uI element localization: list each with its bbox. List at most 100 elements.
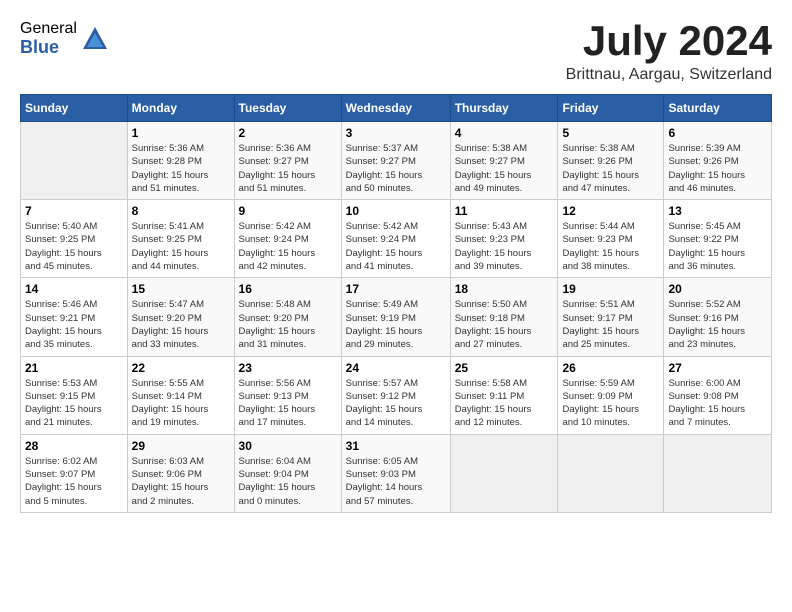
day-number: 26 [562, 361, 659, 375]
day-of-week-header: Saturday [664, 95, 772, 122]
day-number: 7 [25, 204, 123, 218]
calendar-day-cell: 30 Sunrise: 6:04 AM Sunset: 9:04 PM Dayli… [234, 434, 341, 512]
day-of-week-header: Tuesday [234, 95, 341, 122]
day-number: 20 [668, 282, 767, 296]
calendar-day-cell: 21 Sunrise: 5:53 AM Sunset: 9:15 PM Dayli… [21, 356, 128, 434]
day-info: Sunrise: 5:53 AM Sunset: 9:15 PM Dayligh… [25, 377, 123, 430]
day-info: Sunrise: 5:42 AM Sunset: 9:24 PM Dayligh… [239, 220, 337, 273]
day-of-week-header: Monday [127, 95, 234, 122]
day-number: 21 [25, 361, 123, 375]
day-info: Sunrise: 5:43 AM Sunset: 9:23 PM Dayligh… [455, 220, 554, 273]
day-info: Sunrise: 5:46 AM Sunset: 9:21 PM Dayligh… [25, 298, 123, 351]
day-number: 2 [239, 126, 337, 140]
day-number: 25 [455, 361, 554, 375]
day-info: Sunrise: 5:50 AM Sunset: 9:18 PM Dayligh… [455, 298, 554, 351]
day-info: Sunrise: 5:42 AM Sunset: 9:24 PM Dayligh… [346, 220, 446, 273]
day-number: 30 [239, 439, 337, 453]
location-text: Brittnau, Aargau, Switzerland [566, 66, 772, 84]
day-info: Sunrise: 5:48 AM Sunset: 9:20 PM Dayligh… [239, 298, 337, 351]
day-info: Sunrise: 6:04 AM Sunset: 9:04 PM Dayligh… [239, 455, 337, 508]
logo-general-text: General [20, 20, 77, 38]
day-number: 18 [455, 282, 554, 296]
calendar-day-cell [21, 122, 128, 200]
day-info: Sunrise: 5:36 AM Sunset: 9:27 PM Dayligh… [239, 142, 337, 195]
day-number: 19 [562, 282, 659, 296]
calendar-day-cell: 13Sunrise: 5:45 AM Sunset: 9:22 PM Dayli… [664, 200, 772, 278]
day-info: Sunrise: 5:52 AM Sunset: 9:16 PM Dayligh… [668, 298, 767, 351]
day-info: Sunrise: 6:02 AM Sunset: 9:07 PM Dayligh… [25, 455, 123, 508]
calendar-day-cell: 29Sunrise: 6:03 AM Sunset: 9:06 PM Dayli… [127, 434, 234, 512]
day-of-week-header: Sunday [21, 95, 128, 122]
calendar-day-cell: 19 Sunrise: 5:51 AM Sunset: 9:17 PM Dayli… [558, 278, 664, 356]
calendar-day-cell: 1 Sunrise: 5:36 AM Sunset: 9:28 PM Daylig… [127, 122, 234, 200]
calendar-day-cell: 7 Sunrise: 5:40 AM Sunset: 9:25 PM Daylig… [21, 200, 128, 278]
logo-icon [81, 25, 109, 53]
day-info: Sunrise: 5:55 AM Sunset: 9:14 PM Dayligh… [132, 377, 230, 430]
day-number: 11 [455, 204, 554, 218]
calendar-day-cell: 23 Sunrise: 5:56 AM Sunset: 9:13 PM Dayli… [234, 356, 341, 434]
day-number: 31 [346, 439, 446, 453]
calendar-day-cell: 11 Sunrise: 5:43 AM Sunset: 9:23 PM Dayli… [450, 200, 558, 278]
day-number: 27 [668, 361, 767, 375]
logo-text: General Blue [20, 20, 77, 57]
calendar-day-cell: 12Sunrise: 5:44 AM Sunset: 9:23 PM Dayli… [558, 200, 664, 278]
calendar-day-cell: 8 Sunrise: 5:41 AM Sunset: 9:25 PM Daylig… [127, 200, 234, 278]
day-info: Sunrise: 5:59 AM Sunset: 9:09 PM Dayligh… [562, 377, 659, 430]
calendar-day-cell: 16Sunrise: 5:48 AM Sunset: 9:20 PM Dayli… [234, 278, 341, 356]
day-number: 14 [25, 282, 123, 296]
day-info: Sunrise: 5:51 AM Sunset: 9:17 PM Dayligh… [562, 298, 659, 351]
day-info: Sunrise: 5:36 AM Sunset: 9:28 PM Dayligh… [132, 142, 230, 195]
day-number: 1 [132, 126, 230, 140]
title-area: July 2024 Brittnau, Aargau, Switzerland [566, 20, 772, 84]
day-number: 28 [25, 439, 123, 453]
day-info: Sunrise: 5:57 AM Sunset: 9:12 PM Dayligh… [346, 377, 446, 430]
day-number: 23 [239, 361, 337, 375]
day-info: Sunrise: 5:41 AM Sunset: 9:25 PM Dayligh… [132, 220, 230, 273]
calendar-day-cell: 14 Sunrise: 5:46 AM Sunset: 9:21 PM Dayli… [21, 278, 128, 356]
day-number: 24 [346, 361, 446, 375]
calendar-day-cell [558, 434, 664, 512]
day-number: 17 [346, 282, 446, 296]
day-number: 3 [346, 126, 446, 140]
calendar-day-cell: 18 Sunrise: 5:50 AM Sunset: 9:18 PM Dayli… [450, 278, 558, 356]
calendar-day-cell: 31 Sunrise: 6:05 AM Sunset: 9:03 PM Dayli… [341, 434, 450, 512]
day-info: Sunrise: 5:58 AM Sunset: 9:11 PM Dayligh… [455, 377, 554, 430]
calendar-day-cell [664, 434, 772, 512]
calendar-week-row: 21 Sunrise: 5:53 AM Sunset: 9:15 PM Dayli… [21, 356, 772, 434]
day-info: Sunrise: 5:39 AM Sunset: 9:26 PM Dayligh… [668, 142, 767, 195]
day-number: 6 [668, 126, 767, 140]
calendar-day-cell: 2 Sunrise: 5:36 AM Sunset: 9:27 PM Daylig… [234, 122, 341, 200]
day-number: 13 [668, 204, 767, 218]
day-number: 22 [132, 361, 230, 375]
day-info: Sunrise: 6:05 AM Sunset: 9:03 PM Dayligh… [346, 455, 446, 508]
day-of-week-header: Thursday [450, 95, 558, 122]
day-number: 12 [562, 204, 659, 218]
calendar-day-cell: 24 Sunrise: 5:57 AM Sunset: 9:12 PM Dayli… [341, 356, 450, 434]
calendar-day-cell: 25 Sunrise: 5:58 AM Sunset: 9:11 PM Dayli… [450, 356, 558, 434]
day-info: Sunrise: 5:56 AM Sunset: 9:13 PM Dayligh… [239, 377, 337, 430]
day-info: Sunrise: 6:00 AM Sunset: 9:08 PM Dayligh… [668, 377, 767, 430]
calendar-day-cell: 26 Sunrise: 5:59 AM Sunset: 9:09 PM Dayli… [558, 356, 664, 434]
calendar-header-row: SundayMondayTuesdayWednesdayThursdayFrid… [21, 95, 772, 122]
day-number: 15 [132, 282, 230, 296]
calendar-day-cell: 3Sunrise: 5:37 AM Sunset: 9:27 PM Daylig… [341, 122, 450, 200]
calendar-day-cell: 27 Sunrise: 6:00 AM Sunset: 9:08 PM Dayli… [664, 356, 772, 434]
day-info: Sunrise: 5:49 AM Sunset: 9:19 PM Dayligh… [346, 298, 446, 351]
calendar-day-cell: 15Sunrise: 5:47 AM Sunset: 9:20 PM Dayli… [127, 278, 234, 356]
calendar-day-cell: 4Sunrise: 5:38 AM Sunset: 9:27 PM Daylig… [450, 122, 558, 200]
calendar-week-row: 14 Sunrise: 5:46 AM Sunset: 9:21 PM Dayli… [21, 278, 772, 356]
logo: General Blue [20, 20, 109, 57]
logo-blue-text: Blue [20, 38, 77, 58]
calendar-day-cell: 10Sunrise: 5:42 AM Sunset: 9:24 PM Dayli… [341, 200, 450, 278]
day-info: Sunrise: 5:40 AM Sunset: 9:25 PM Dayligh… [25, 220, 123, 273]
day-number: 4 [455, 126, 554, 140]
day-of-week-header: Friday [558, 95, 664, 122]
calendar-day-cell: 5 Sunrise: 5:38 AM Sunset: 9:26 PM Daylig… [558, 122, 664, 200]
day-number: 8 [132, 204, 230, 218]
calendar-day-cell: 6 Sunrise: 5:39 AM Sunset: 9:26 PM Daylig… [664, 122, 772, 200]
day-of-week-header: Wednesday [341, 95, 450, 122]
calendar-table: SundayMondayTuesdayWednesdayThursdayFrid… [20, 94, 772, 513]
day-info: Sunrise: 5:38 AM Sunset: 9:26 PM Dayligh… [562, 142, 659, 195]
page-header: General Blue July 2024 Brittnau, Aargau,… [20, 20, 772, 84]
day-number: 5 [562, 126, 659, 140]
